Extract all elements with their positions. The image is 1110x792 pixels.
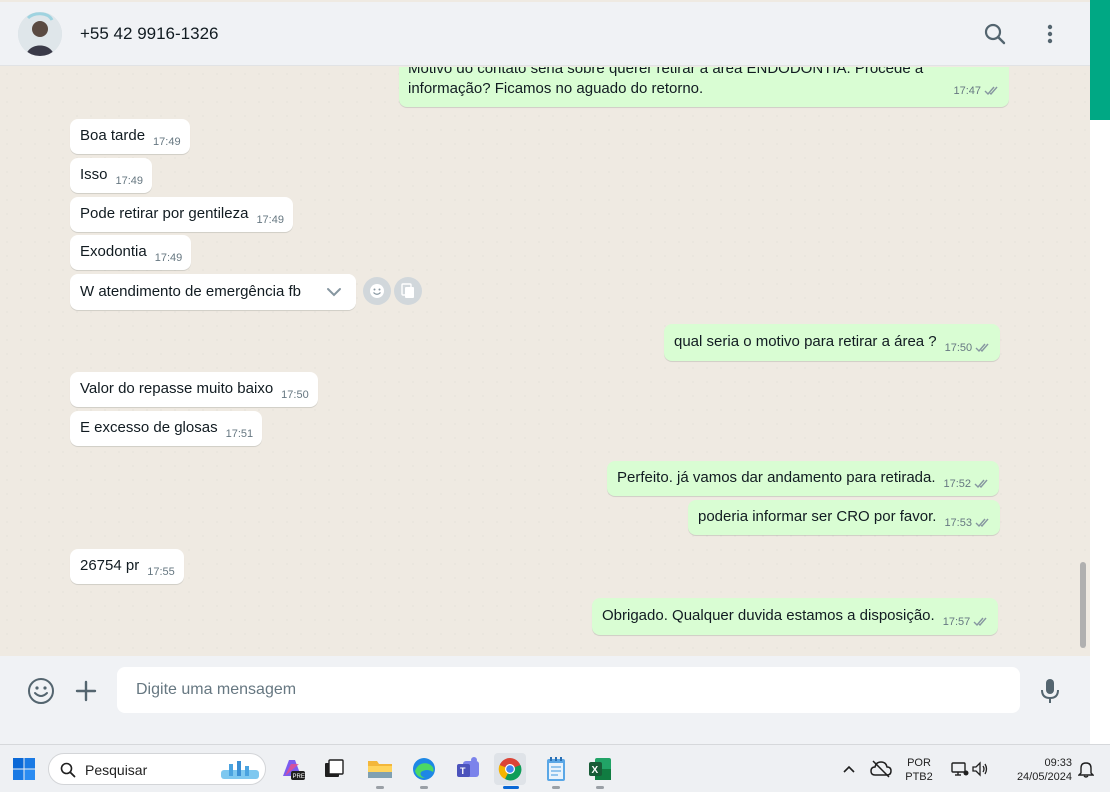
message-text: Obrigado. Qualquer duvida estamos a disp… [602,607,935,624]
system-clock[interactable]: 09:33 24/05/2024 [1000,756,1072,784]
search-highlight-icon [221,761,259,779]
edge-browser-icon[interactable] [408,753,440,785]
taskbar-search-label: Pesquisar [85,762,148,778]
double-check-icon [984,86,998,96]
message-time: 17:50 [944,342,973,354]
chevron-up-icon[interactable] [833,753,865,785]
message-time: 17:49 [256,214,284,226]
contact-name[interactable]: +55 42 9916-1326 [80,24,219,44]
message-composer [0,656,1090,724]
running-indicator [376,786,384,789]
copy-button[interactable] [394,277,422,305]
svg-text:T: T [460,766,466,776]
contact-avatar[interactable] [18,12,62,56]
copy-icon [401,283,414,298]
window-edge-accent [1090,0,1110,120]
running-indicator-active [503,786,519,789]
double-check-icon [975,518,989,528]
message-text: W atendimento de emergência fb [80,283,301,300]
message-incoming[interactable]: E excesso de glosas 17:51 [70,411,263,446]
input-language-code: POR [907,757,931,769]
message-input[interactable] [117,667,1020,713]
message-outgoing[interactable]: Perfeito. já vamos dar andamento para re… [607,461,1000,496]
message-text: Boa tarde [80,127,146,144]
copilot-icon[interactable]: PRE [276,753,308,785]
windows-start-icon[interactable] [8,753,40,785]
chat-messages-area[interactable]: Motivo do contato seria sobre querer ret… [0,67,1090,656]
file-explorer-icon[interactable] [364,753,396,785]
message-text: Valor do repasse muito baixo [80,380,274,397]
message-text: Isso [80,166,108,183]
message-outgoing[interactable]: Obrigado. Qualquer duvida estamos a disp… [592,598,999,635]
message-outgoing[interactable]: qual seria o motivo para retirar a área … [664,324,1001,361]
message-time: 17:51 [225,428,254,440]
message-text: Exodontia [80,243,147,260]
message-time: 17:52 [943,478,972,490]
emoji-react-button[interactable] [363,277,391,305]
plus-icon[interactable] [71,676,101,706]
message-text: qual seria o motivo para retirar a área … [674,333,937,350]
window-edge [1090,0,1110,744]
search-icon[interactable] [981,20,1009,48]
notepad-icon[interactable] [540,753,572,785]
message-incoming[interactable]: Pode retirar por gentileza 17:49 [70,197,293,232]
message-time: 17:49 [154,252,183,264]
chrome-icon[interactable] [494,753,526,785]
menu-dots-icon[interactable] [1036,20,1064,48]
excel-icon[interactable]: X [584,753,616,785]
keyboard-layout: PTB2 [905,771,933,783]
message-incoming[interactable]: Boa tarde 17:49 [70,119,190,154]
input-language[interactable]: POR PTB2 [900,756,938,784]
svg-text:X: X [592,765,599,776]
message-time: 17:50 [281,389,309,401]
double-check-icon [975,343,989,353]
message-incoming[interactable]: Exodontia 17:49 [70,235,192,270]
smiley-icon [370,284,384,298]
message-outgoing[interactable]: poderia informar ser CRO por favor. 17:53 [688,500,1000,535]
cloud-offline-icon[interactable] [865,753,897,785]
running-indicator [552,786,560,789]
chat-scrollbar[interactable] [1080,562,1086,648]
message-text: Pode retirar por gentileza [80,205,249,222]
emoji-icon[interactable] [26,676,56,706]
running-indicator [596,786,604,789]
message-incoming[interactable]: Isso 17:49 [70,158,153,193]
message-incoming[interactable]: Valor do repasse muito baixo 17:50 [70,372,318,407]
whatsapp-window: +55 42 9916-1326 Motivo do contato seria… [0,0,1090,724]
message-outgoing[interactable]: Motivo do contato seria sobre querer ret… [399,67,1009,107]
message-text: poderia informar ser CRO por favor. [698,508,937,525]
message-time: 17:47 [953,85,981,97]
message-time: 17:49 [115,175,144,187]
volume-icon[interactable] [964,753,996,785]
message-text: Motivo do contato seria sobre querer ret… [408,67,924,77]
double-check-icon [974,479,988,489]
message-time: 17:49 [153,136,181,148]
search-icon [60,762,76,778]
task-view-icon[interactable] [318,753,350,785]
message-time: 17:55 [147,566,175,578]
message-time: 17:53 [944,517,972,529]
message-text: informação? Ficamos no aguado do retorno… [408,80,704,97]
message-text: E excesso de glosas [80,419,218,436]
message-text: Perfeito. já vamos dar andamento para re… [617,469,936,486]
double-check-icon [973,617,987,627]
message-time: 17:57 [942,616,971,628]
clock-time: 09:33 [1044,757,1072,769]
notification-bell-icon[interactable] [1070,753,1102,785]
message-incoming[interactable]: W atendimento de emergência fb [70,274,356,310]
chevron-down-icon[interactable] [312,274,356,310]
windows-taskbar: Pesquisar PRE T X POR PTB2 09:33 24/05/2… [0,744,1110,792]
taskbar-search[interactable]: Pesquisar [48,753,266,785]
message-text: 26754 pr [80,557,140,574]
chat-header: +55 42 9916-1326 [0,2,1090,66]
message-incoming[interactable]: 26754 pr 17:55 [70,549,184,584]
running-indicator [420,786,428,789]
teams-icon[interactable]: T [452,753,484,785]
clock-date: 24/05/2024 [1016,771,1072,783]
svg-text:PRE: PRE [293,774,305,780]
microphone-icon[interactable] [1035,676,1065,706]
